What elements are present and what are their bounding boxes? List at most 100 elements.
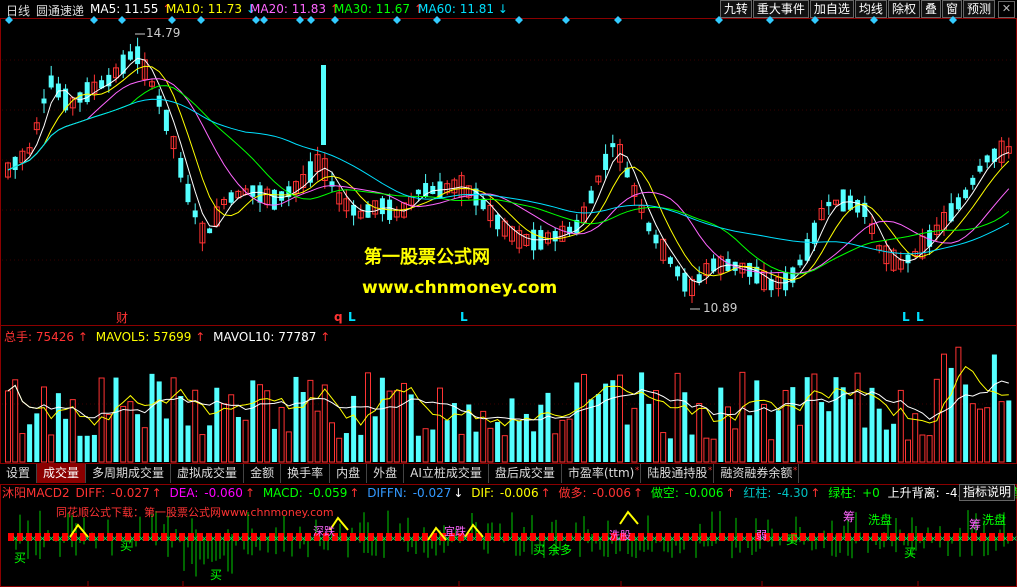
volume-bar [912,413,919,463]
trend-mark: 宜跌 [444,525,466,538]
cross-mark: × [435,534,442,543]
volume-bar [782,389,789,463]
volume-bar [747,415,753,462]
volume-bar [5,390,11,463]
volume-bar [919,434,926,463]
total-volume-arrow: ↑ [77,330,88,344]
volume-bar [415,435,421,462]
volume-bar [703,437,710,463]
tab-3[interactable]: 虚拟成交量 [171,464,245,483]
cross-mark: × [966,534,973,543]
tab-1[interactable]: 成交量 [37,464,87,483]
lvzhu-label: 绿柱: [828,486,857,500]
cross-mark: × [399,534,406,543]
tab-5[interactable]: 换手率 [281,464,331,483]
candle-body [826,201,832,207]
tab-2[interactable]: 多周期成交量 [86,464,172,483]
cross-mark: × [138,534,145,543]
event-diamond-icon [296,16,304,24]
candle-body [41,98,47,104]
indicator-help-button[interactable]: 指标说明 [958,484,1015,501]
cross-mark: × [147,534,154,543]
cross-mark: × [183,534,190,543]
volume-bar [883,429,889,462]
volume-bar [207,425,213,462]
volume-bar [55,393,61,462]
volume-bar [545,392,551,462]
wash-mark-2: 洗盘 [982,513,1007,527]
deep-mark: 深跌 [313,525,335,538]
macd-arrow: ↑ [349,486,360,500]
zuokong-label: 做空: [650,486,679,500]
download-note: 同花顺公式下载：第一股票公式网www.chnmoney.com [56,506,334,519]
volume-bar [516,420,522,462]
tab-9[interactable]: 盘后成交量 [489,464,562,483]
tab-10[interactable]: 市盈率(ttm) * [562,464,642,483]
cross-mark: × [93,534,100,543]
cross-mark: × [156,534,163,543]
tab-8[interactable]: AI立桩成交量 [404,464,489,483]
candle-body [653,234,659,244]
macd-readout: MACD: -0.059 ↑ [263,486,362,500]
event-diamond-icon [870,16,878,24]
volume-bar [761,403,767,463]
cross-mark: × [273,534,280,543]
candle-body [552,231,558,242]
trigger-shape [619,510,639,525]
volume-bar [257,384,263,463]
volume-bar [797,424,803,463]
volume-bar [293,376,299,462]
cross-mark: × [336,534,343,543]
volume-bar [343,433,349,462]
cross-mark: × [885,534,892,543]
volume-bar [149,373,155,462]
volume-bar [977,408,983,463]
buy-mark-5: 买 [786,533,799,547]
cross-mark: × [894,534,901,543]
chip-mark-1: 筹 [843,510,856,524]
dea-arrow: ↑ [244,486,255,500]
tab-11[interactable]: 陆股通持股 * [641,464,715,483]
diff-value: -0.027 [110,486,150,500]
tab-7[interactable]: 外盘 [367,464,405,483]
indicator-name[interactable]: 沐阳MACD2 [2,486,70,500]
tab-4[interactable]: 金额 [244,464,282,483]
volume-bar [790,387,796,462]
cross-mark: × [237,534,244,543]
event-diamond-icon [811,16,819,24]
cross-mark: × [246,534,253,543]
event-diamond-icon [5,16,13,24]
cross-mark: × [597,534,604,543]
diff-readout: DIFF: -0.027 ↑ [75,486,163,500]
volume-bar [501,435,508,463]
cross-mark: × [930,534,937,543]
tab-12[interactable]: 融资融券余额 * [714,464,800,483]
spike-candle [321,65,326,145]
volume-bar [955,346,962,463]
hongzhu-readout: 红柱: -4.30 ↑ [743,486,822,500]
volume-bar [358,434,364,462]
volume-bar [674,372,681,463]
cross-mark: × [300,534,307,543]
volume-bar [351,395,357,462]
cross-mark: × [75,534,82,543]
volume-bar [84,435,90,462]
event-diamond-icon [168,16,176,24]
zuoduo-value: -0.006 [592,486,632,500]
volume-bar [566,418,573,463]
cross-mark: × [804,534,811,543]
volume-bar [393,390,400,463]
chip-mark-2: 筹 [969,518,982,532]
event-diamond-icon [433,16,441,24]
tab-6[interactable]: 内盘 [330,464,368,483]
cross-mark: × [363,534,370,543]
candle-body [135,46,141,65]
volume-bar [854,372,861,463]
volume-bar [891,423,897,462]
finance-mark[interactable]: 财 [116,309,128,326]
volume-bar [696,402,703,463]
tab-0[interactable]: 设置 [0,464,38,483]
cross-mark: × [1011,534,1017,543]
volume-bar [12,379,19,463]
cross-mark: × [30,534,37,543]
